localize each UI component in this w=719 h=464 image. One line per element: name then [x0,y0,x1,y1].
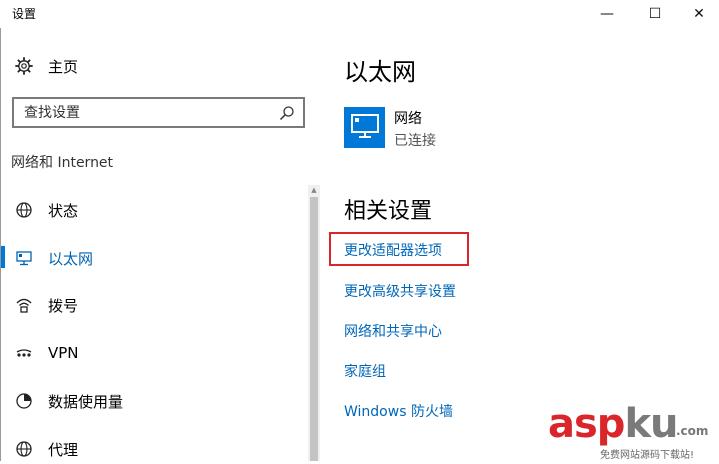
window-left-border [0,28,1,461]
sidebar-item-status[interactable]: 状态 [14,195,294,225]
link-homegroup[interactable]: 家庭组 [344,361,386,381]
search-input[interactable] [24,104,274,122]
dialup-icon [14,295,34,315]
watermark-brand: aspku [548,401,679,447]
sidebar-item-data-usage[interactable]: 数据使用量 [14,386,294,416]
title-bar: 设置 — ☐ ✕ [0,0,719,28]
sidebar-item-dialup[interactable]: 拨号 [14,290,294,320]
link-windows-firewall[interactable]: Windows 防火墙 [344,401,453,421]
sidebar-item-label: 主页 [48,57,79,76]
window-title: 设置 [12,7,37,21]
globe-icon [14,200,34,220]
watermark-tagline: 免费网站源码下载站! [600,450,695,461]
maximize-button[interactable]: ☐ [632,0,678,28]
link-network-sharing-center[interactable]: 网络和共享中心 [344,321,442,341]
scroll-up-arrow-icon[interactable]: ▲ [310,185,318,195]
sidebar-item-label: 数据使用量 [48,392,124,411]
sidebar-item-home[interactable]: 主页 [14,52,294,80]
section-title: 网络和 Internet [11,155,114,171]
sidebar-item-label: 代理 [48,440,79,459]
scrollbar-thumb[interactable] [310,197,318,461]
search-box[interactable] [12,97,305,128]
network-status: 已连接 [394,133,436,149]
network-name[interactable]: 网络 [394,108,422,128]
link-change-adapter-options[interactable]: 更改适配器选项 [344,240,442,260]
active-indicator [1,246,5,268]
sidebar-scrollbar[interactable]: ▲ [308,185,320,461]
sidebar-item-label: 拨号 [48,296,79,315]
vpn-icon [14,343,34,363]
sidebar-item-label: VPN [48,344,79,362]
search-icon[interactable] [279,105,295,121]
network-tile[interactable] [344,107,385,148]
ethernet-icon [14,248,34,268]
sidebar-item-label: 以太网 [48,249,94,268]
gear-icon [14,56,34,76]
related-settings-title: 相关设置 [344,199,433,224]
sidebar-item-label: 状态 [48,201,79,220]
monitor-icon [350,113,380,143]
page-title: 以太网 [344,58,416,86]
minimize-button[interactable]: — [584,0,630,28]
data-usage-icon [14,391,34,411]
watermark-logo: aspku .com 免费网站源码下载站! [548,401,718,461]
sidebar-item-proxy[interactable]: 代理 [14,434,294,464]
link-advanced-sharing[interactable]: 更改高级共享设置 [344,281,456,301]
proxy-globe-icon [14,439,34,459]
sidebar-item-vpn[interactable]: VPN [14,338,294,368]
watermark-suffix: .com [676,424,709,438]
close-button[interactable]: ✕ [676,0,719,28]
sidebar-item-ethernet[interactable]: 以太网 [14,243,294,273]
